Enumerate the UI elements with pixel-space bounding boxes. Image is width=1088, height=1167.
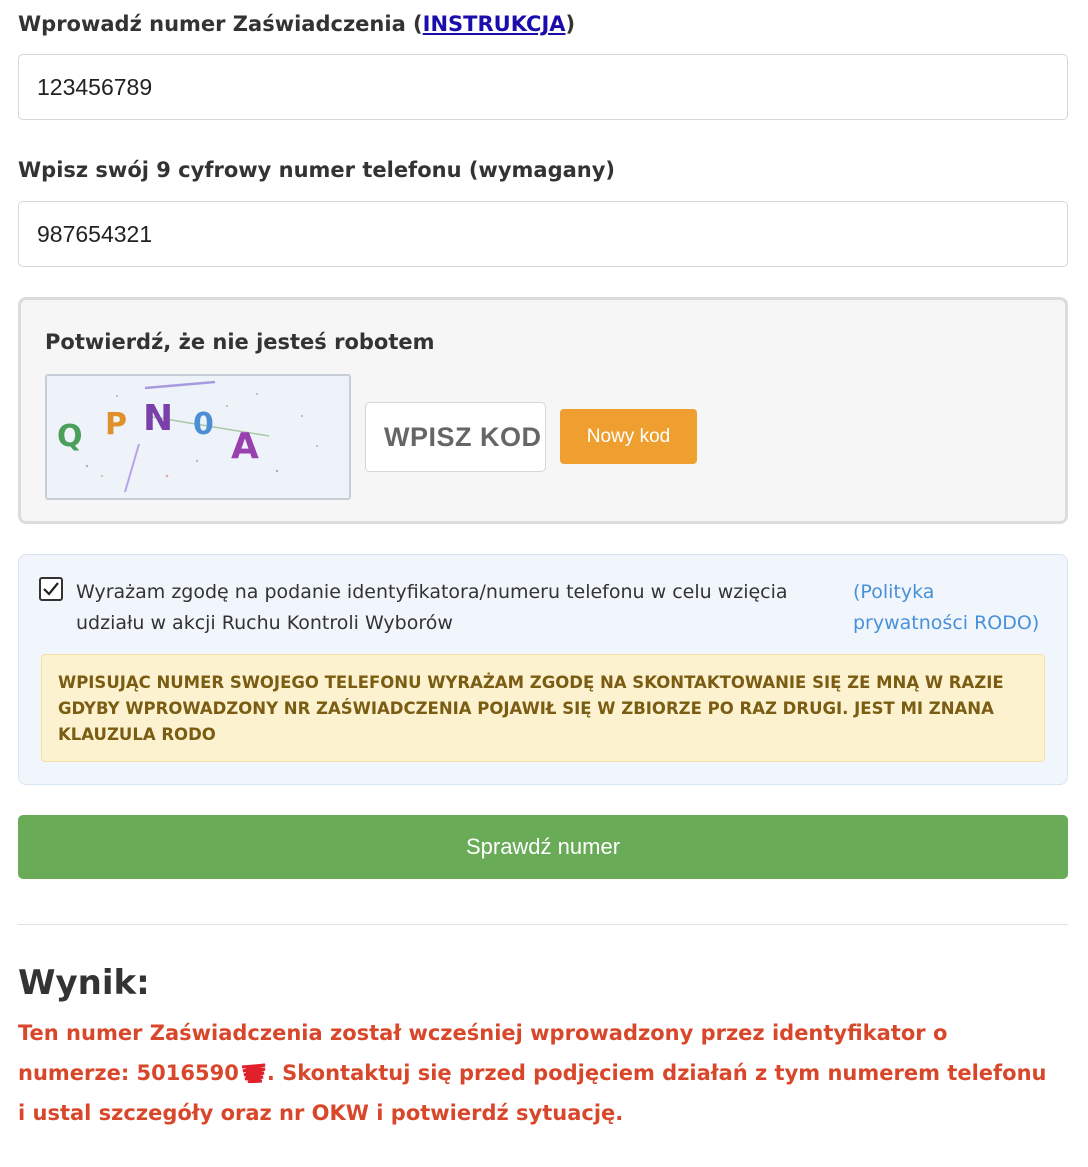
phone-label: Wpisz swój 9 cyfrowy numer telefonu (wym… — [18, 158, 616, 182]
new-code-button[interactable]: Nowy kod — [560, 409, 697, 464]
captcha-placeholder: WPISZ KOD — [384, 421, 542, 452]
captcha-title: Potwierdź, że nie jesteś robotem — [45, 330, 435, 354]
certificate-number-value: 123456789 — [37, 73, 153, 100]
certificate-label: Wprowadź numer Zaświadczenia (INSTRUKCJA… — [18, 12, 575, 36]
phone-number-input[interactable]: 987654321 — [18, 201, 1068, 267]
privacy-policy-link[interactable]: (Polityka prywatności RODO) — [853, 577, 1053, 639]
captcha-char: Q — [57, 419, 83, 454]
instruction-link[interactable]: INSTRUKCJA — [423, 12, 566, 36]
captcha-panel: Potwierdź, że nie jesteś robotem Q P N 0… — [18, 297, 1068, 524]
consent-warning: WPISUJĄC NUMER SWOJEGO TELEFONU WYRAŻAM … — [41, 654, 1045, 762]
phone-number-value: 987654321 — [37, 220, 153, 247]
captcha-char: 0 — [193, 407, 214, 442]
result-heading: Wynik: — [18, 963, 150, 1003]
checkmark-icon — [43, 582, 59, 596]
certificate-number-input[interactable]: 123456789 — [18, 54, 1068, 120]
divider — [18, 924, 1068, 925]
captcha-graphic: Q P N 0 A — [57, 380, 318, 493]
captcha-code-input[interactable]: WPISZ KOD — [365, 402, 546, 472]
consent-checkbox[interactable] — [39, 577, 63, 601]
redaction-scribble — [241, 1063, 266, 1083]
captcha-char: A — [231, 426, 259, 467]
certificate-label-end: ) — [565, 12, 576, 36]
certificate-label-text: Wprowadź numer Zaświadczenia ( — [18, 12, 423, 36]
consent-panel: Wyrażam zgodę na podanie identyfikatora/… — [18, 554, 1068, 785]
check-number-button[interactable]: Sprawdź numer — [18, 815, 1068, 879]
captcha-image: Q P N 0 A — [45, 374, 351, 500]
captcha-char: P — [105, 407, 127, 442]
captcha-char: N — [143, 398, 173, 439]
consent-text: Wyrażam zgodę na podanie identyfikatora/… — [76, 581, 788, 634]
result-message: Ten numer Zaświadczenia został wcześniej… — [18, 1013, 1058, 1133]
